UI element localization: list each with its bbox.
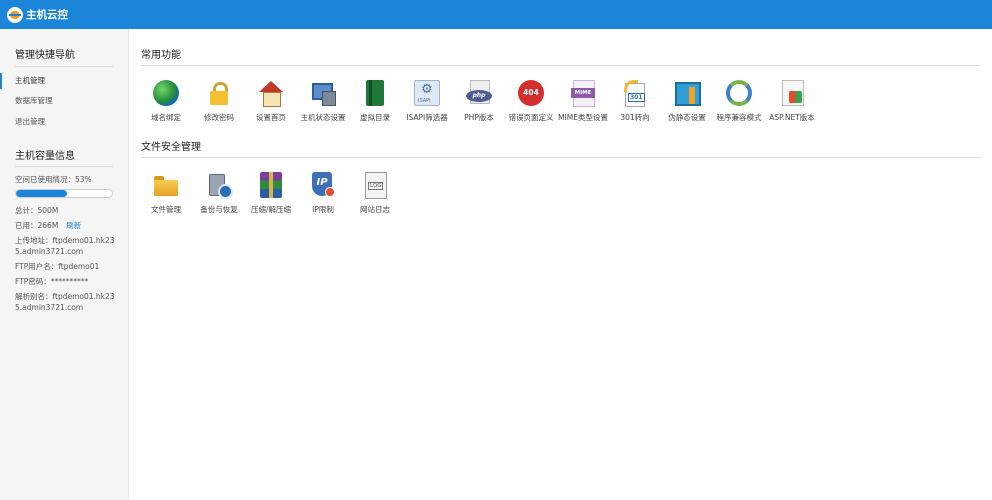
common-functions-title: 常用功能 xyxy=(141,50,181,61)
isapi-gear-icon xyxy=(414,80,440,106)
folder-icon xyxy=(153,172,179,198)
usage-progress-bar xyxy=(15,189,113,198)
redirect-301-icon xyxy=(622,80,648,107)
lock-icon xyxy=(206,80,232,106)
icon-label: PHP版本 xyxy=(464,113,494,122)
upload-address: 上传地址：ftpdemo01.hk235.admin3721.com xyxy=(15,236,115,256)
set-homepage-button[interactable]: 设置首页 xyxy=(243,80,299,123)
host-status-button[interactable]: 主机状态设置 xyxy=(295,80,351,123)
home-icon xyxy=(258,80,284,107)
aspnet-icon xyxy=(779,80,805,106)
log-icon xyxy=(362,172,388,199)
usage-label: 空间已使用情况：53% xyxy=(15,175,92,184)
icon-label: 文件管理 xyxy=(151,205,181,214)
mime-type-button[interactable]: MIME类型设置 xyxy=(555,80,611,123)
php-version-button[interactable]: PHP版本 xyxy=(451,80,507,123)
globe-icon xyxy=(153,80,179,106)
domain-binding-button[interactable]: 域名绑定 xyxy=(138,80,194,123)
icon-label: 301转向 xyxy=(620,113,650,122)
icon-label: MIME类型设置 xyxy=(558,113,608,122)
ip-icon xyxy=(310,172,336,198)
divider xyxy=(15,66,113,67)
rewrite-icon xyxy=(674,80,701,106)
backup-icon xyxy=(206,172,233,199)
icon-label: ASP.NET版本 xyxy=(769,113,815,122)
cloud-logo-icon xyxy=(7,6,23,23)
error-page-button[interactable]: 404 错误页面定义 xyxy=(503,80,559,123)
top-bar: 主机云控 xyxy=(0,0,992,29)
sidebar-item-host-management[interactable]: 主机管理 xyxy=(0,73,129,89)
compatibility-mode-button[interactable]: 程序兼容模式 xyxy=(711,80,767,123)
icon-label: 主机状态设置 xyxy=(300,113,346,122)
used-capacity: 已用：266M 刷新 xyxy=(15,220,115,231)
icon-label: 修改密码 xyxy=(204,113,234,122)
change-password-button[interactable]: 修改密码 xyxy=(191,80,247,123)
isapi-filter-button[interactable]: ISAPI筛选器 xyxy=(399,80,455,123)
divider xyxy=(141,157,981,158)
file-management-button[interactable]: 文件管理 xyxy=(138,172,194,215)
divider xyxy=(15,166,113,167)
usage-progress-fill xyxy=(16,190,67,197)
refresh-link[interactable]: 刷新 xyxy=(66,221,81,230)
pseudo-static-button[interactable]: 伪静态设置 xyxy=(659,80,715,123)
icon-label: IP限制 xyxy=(312,205,334,214)
capacity-title: 主机容量信息 xyxy=(15,151,75,162)
icon-label: 设置首页 xyxy=(256,113,286,122)
ftp-username: FTP用户名：ftpdemo01 xyxy=(15,262,100,271)
server-icon xyxy=(310,80,336,106)
compress-decompress-button[interactable]: 压缩/解压缩 xyxy=(243,172,299,215)
redirect-arrow-icon xyxy=(624,80,638,92)
site-log-button[interactable]: 网站日志 xyxy=(347,172,403,215)
icon-label: 备份与恢复 xyxy=(200,205,238,214)
error-404-icon: 404 xyxy=(518,80,544,106)
icon-label: 程序兼容模式 xyxy=(716,113,762,122)
icon-label: 域名绑定 xyxy=(151,113,181,122)
zip-icon xyxy=(260,172,282,198)
book-icon xyxy=(366,80,384,106)
refresh-icon xyxy=(726,80,752,106)
divider xyxy=(141,65,981,66)
icon-label: ISAPI筛选器 xyxy=(406,113,448,122)
icon-label: 虚拟目录 xyxy=(360,113,390,122)
backup-restore-button[interactable]: 备份与恢复 xyxy=(191,172,247,215)
ftp-password: FTP密码：********** xyxy=(15,277,89,286)
resolve-alias: 解析别名：ftpdemo01.hk235.admin3721.com xyxy=(15,292,115,312)
nav-title: 管理快捷导航 xyxy=(15,50,75,61)
icon-label: 网站日志 xyxy=(360,205,390,214)
virtual-directory-button[interactable]: 虚拟目录 xyxy=(347,80,403,123)
redirect-301-button[interactable]: 301转向 xyxy=(607,80,663,123)
sidebar-item-logout[interactable]: 退出管理 xyxy=(0,114,129,130)
file-security-title: 文件安全管理 xyxy=(141,142,201,153)
icon-label: 压缩/解压缩 xyxy=(250,205,292,214)
icon-label: 错误页面定义 xyxy=(508,113,554,122)
ip-restriction-button[interactable]: IP限制 xyxy=(295,172,351,215)
sidebar: 管理快捷导航 主机管理 数据库管理 退出管理 主机容量信息 空间已使用情况：53… xyxy=(0,29,129,500)
used-value: 已用：266M xyxy=(15,221,59,230)
php-icon xyxy=(466,80,492,106)
aspnet-version-button[interactable]: ASP.NET版本 xyxy=(764,80,820,123)
icon-label: 伪静态设置 xyxy=(668,113,706,122)
app-title: 主机云控 xyxy=(26,9,68,21)
total-capacity: 总计：500M xyxy=(15,206,59,215)
sidebar-item-database-management[interactable]: 数据库管理 xyxy=(0,93,129,109)
mime-icon xyxy=(570,80,596,107)
